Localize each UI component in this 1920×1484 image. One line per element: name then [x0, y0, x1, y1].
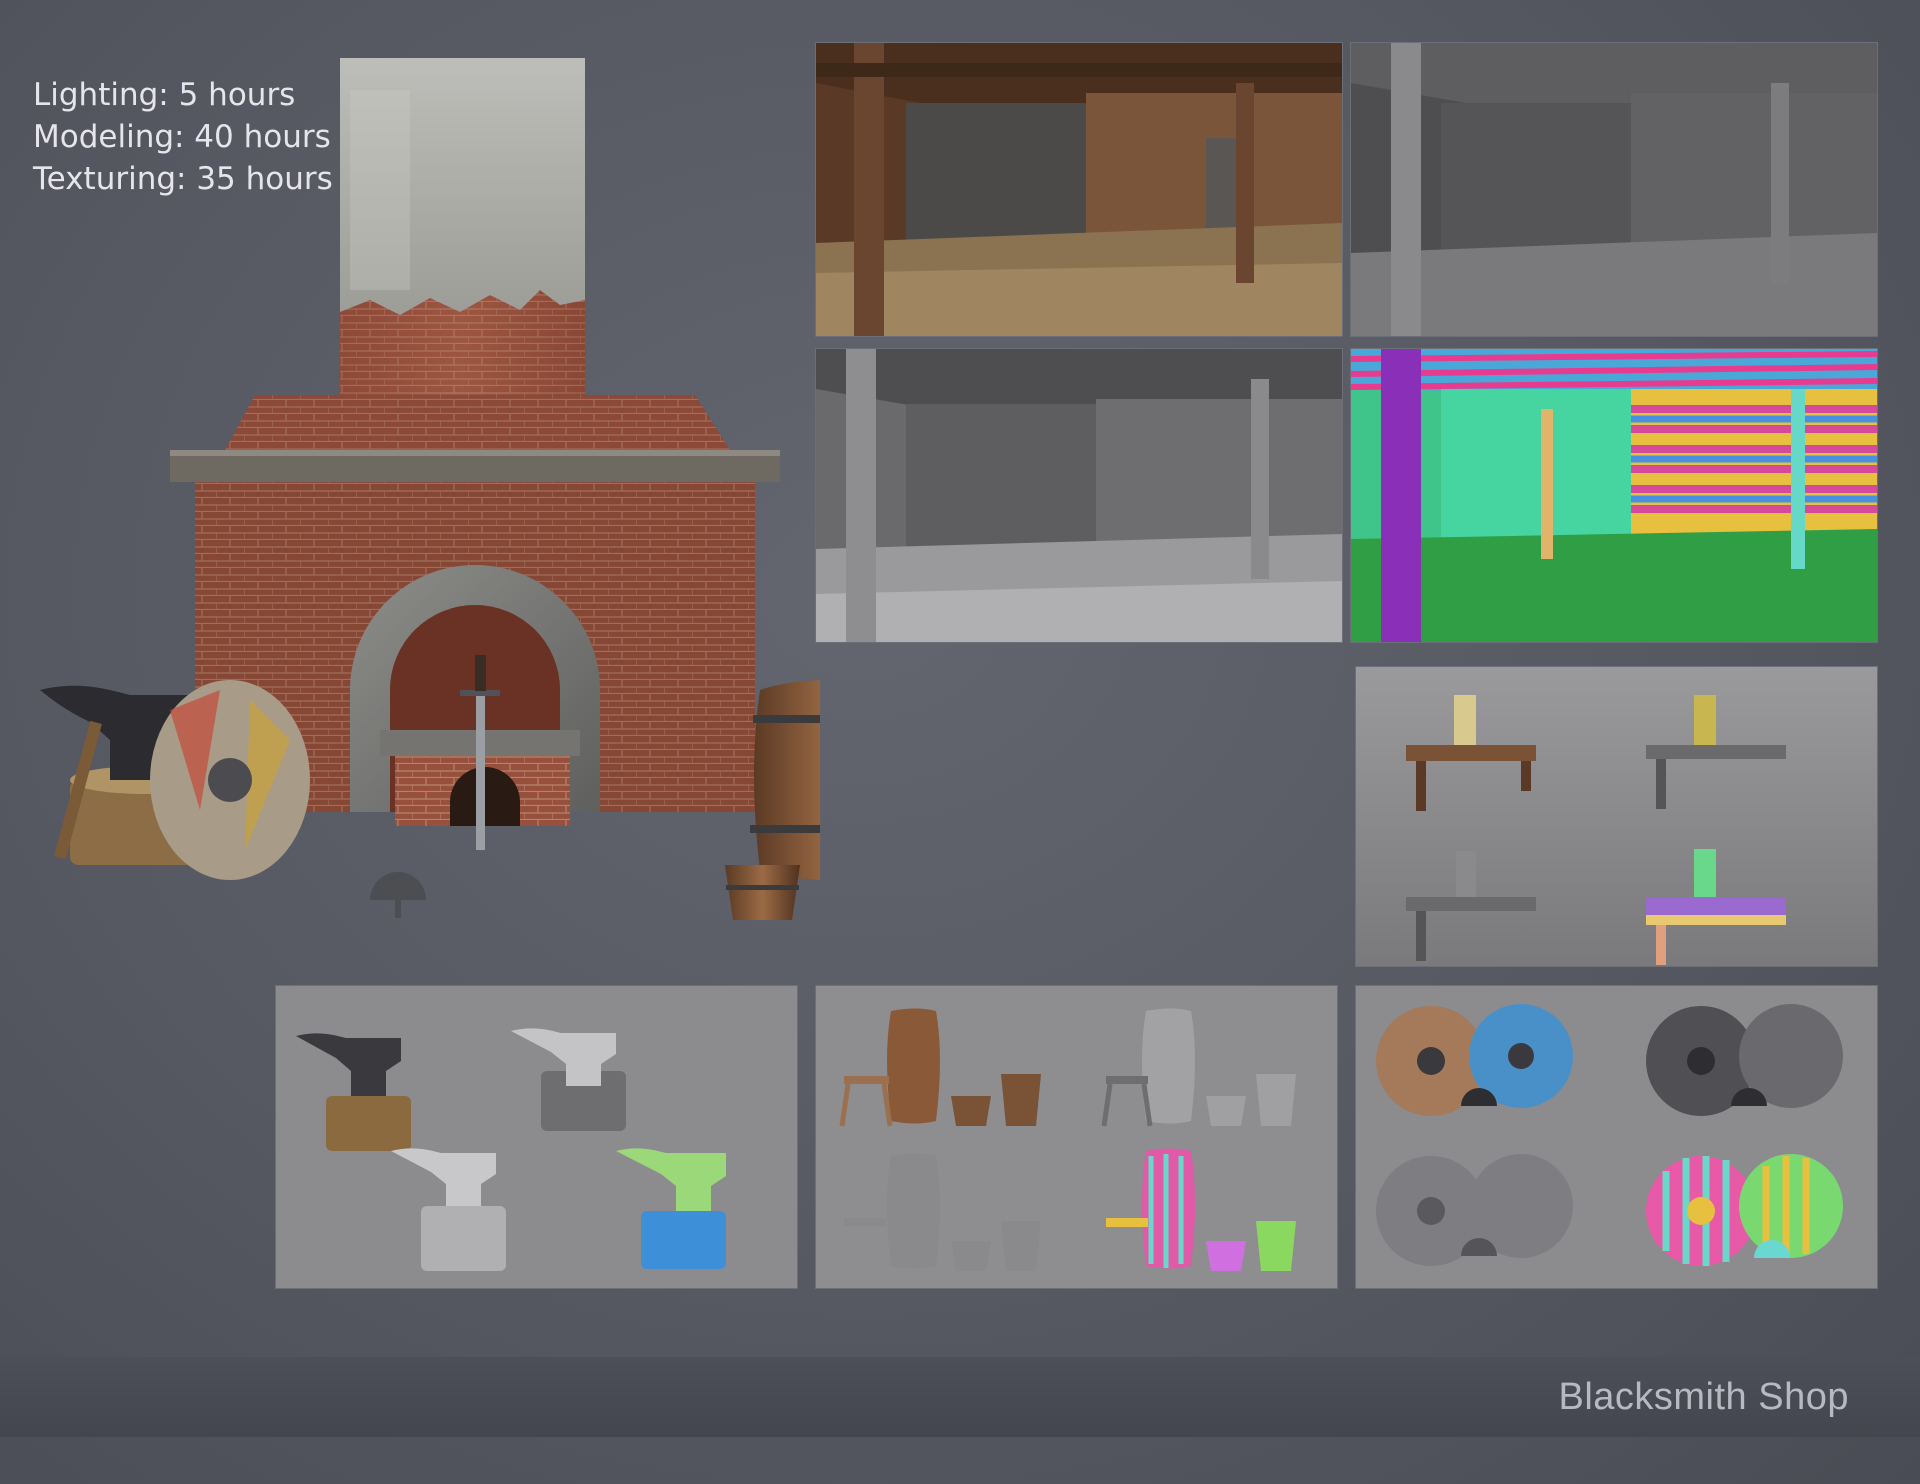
interior-textured-render	[815, 42, 1343, 337]
interior-clay-render-2	[815, 348, 1343, 643]
forge-render	[40, 58, 820, 920]
anvil-set-renders	[275, 985, 798, 1289]
interior-clay-render-1	[1350, 42, 1878, 337]
shield-set-renders	[1355, 985, 1878, 1289]
barrel-set-renders	[815, 985, 1338, 1289]
interior-uv-render	[1350, 348, 1878, 643]
candle-table-renders	[1355, 666, 1878, 967]
project-title: Blacksmith Shop	[1558, 1376, 1849, 1418]
